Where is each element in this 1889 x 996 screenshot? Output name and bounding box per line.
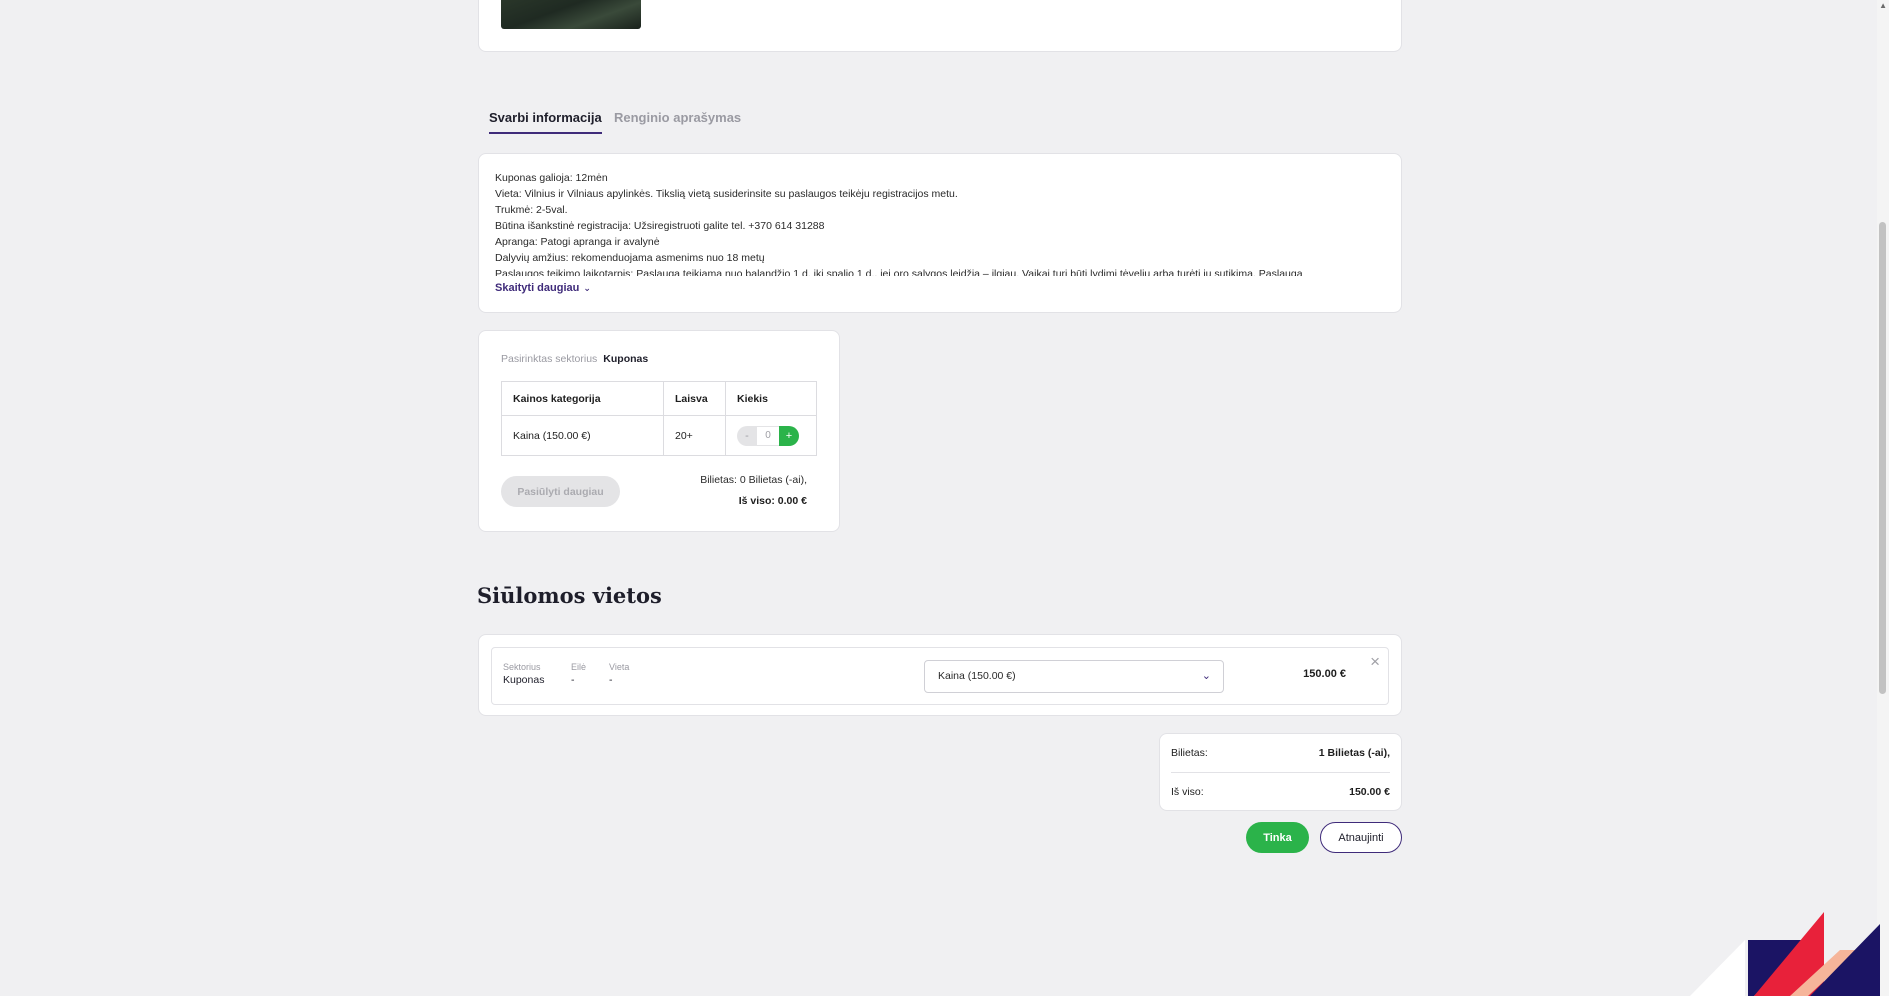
read-more-label: Skaityti daugiau bbox=[495, 282, 580, 294]
header-price-category: Kainos kategorija bbox=[501, 381, 664, 416]
refresh-button[interactable]: Atnaujinti bbox=[1320, 822, 1402, 853]
totals-sum-value: 150.00 € bbox=[1349, 785, 1390, 798]
seat-row-label: Eilė bbox=[571, 662, 587, 672]
event-thumbnail-image[interactable] bbox=[501, 0, 641, 29]
seat-sector-value: Kuponas bbox=[503, 674, 545, 686]
cell-category: Kaina (150.00 €) bbox=[501, 415, 664, 456]
info-line-clothing: Apranga: Patogi apranga ir avalynė bbox=[495, 236, 660, 248]
chevron-down-icon: ⌄ bbox=[583, 283, 591, 293]
header-available: Laisva bbox=[663, 381, 726, 416]
page-scrollbar[interactable]: ▲ bbox=[1877, 0, 1889, 996]
seat-place-field: Vieta - bbox=[609, 662, 629, 686]
info-line-age: Dalyvių amžius: rekomenduojama asmenims … bbox=[495, 252, 765, 264]
price-category-table: Kainos kategorija Laisva Kiekis Kaina (1… bbox=[501, 381, 817, 456]
quantity-field[interactable]: 0 bbox=[757, 425, 779, 446]
scroll-up-arrow-icon[interactable]: ▲ bbox=[1879, 1, 1887, 10]
info-line-duration: Trukmė: 2-5val. bbox=[495, 204, 568, 216]
totals-sum-row: Iš viso: 150.00 € bbox=[1171, 772, 1390, 810]
totals-tickets-row: Bilietas: 1 Bilietas (-ai), bbox=[1171, 734, 1390, 772]
header-quantity: Kiekis bbox=[725, 381, 817, 416]
totals-sum-label: Iš viso: bbox=[1171, 785, 1204, 798]
tab-important-info[interactable]: Svarbi informacija bbox=[489, 110, 602, 134]
order-totals-card: Bilietas: 1 Bilietas (-ai), Iš viso: 150… bbox=[1159, 733, 1402, 811]
seat-place-value: - bbox=[609, 674, 613, 686]
decrease-quantity-button[interactable]: - bbox=[737, 425, 757, 446]
increase-quantity-button[interactable]: + bbox=[779, 425, 799, 446]
selected-sector-label: Pasirinktas sektorius bbox=[501, 353, 598, 365]
seat-price: 150.00 € bbox=[1303, 668, 1346, 680]
important-info-card: Kuponas galioja: 12mėn Vieta: Vilnius ir… bbox=[478, 153, 1402, 313]
info-text: Kuponas galioja: 12mėn Vieta: Vilnius ir… bbox=[495, 170, 1385, 276]
table-header-row: Kainos kategorija Laisva Kiekis bbox=[501, 381, 817, 416]
offered-seats-title: Siūlomos vietos bbox=[477, 583, 662, 608]
seat-sector-label: Sektorius bbox=[503, 662, 541, 672]
tab-event-description[interactable]: Renginio aprašymas bbox=[614, 110, 741, 132]
selected-sector: Pasirinktas sektorius Kuponas bbox=[501, 353, 817, 365]
offer-more-button[interactable]: Pasiūlyti daugiau bbox=[501, 476, 620, 507]
offered-seat-row: Sektorius Kuponas Eilė - Vieta - Kaina (… bbox=[491, 647, 1389, 705]
selection-ticket-count: Bilietas: 0 Bilietas (-ai), bbox=[700, 474, 807, 486]
selected-sector-value: Kuponas bbox=[603, 353, 649, 365]
offered-seats-card: Sektorius Kuponas Eilė - Vieta - Kaina (… bbox=[478, 634, 1402, 716]
info-line-validity: Kuponas galioja: 12mėn bbox=[495, 172, 608, 184]
info-line-location: Vieta: Vilnius ir Vilniaus apylinkės. Ti… bbox=[495, 188, 958, 200]
brand-logo-decoration bbox=[1690, 912, 1880, 996]
cell-quantity: - 0 + bbox=[725, 415, 817, 456]
seat-place-label: Vieta bbox=[609, 662, 630, 672]
table-row: Kaina (150.00 €) 20+ - 0 + bbox=[501, 415, 817, 456]
scrollbar-thumb[interactable] bbox=[1879, 222, 1886, 694]
seat-row-value: - bbox=[571, 674, 575, 686]
info-line-period: Paslaugos teikimo laikotarpis: Paslauga … bbox=[495, 268, 1303, 276]
totals-tickets-label: Bilietas: bbox=[1171, 747, 1208, 759]
read-more-link[interactable]: Skaityti daugiau ⌄ bbox=[495, 282, 591, 294]
cell-available: 20+ bbox=[663, 415, 726, 456]
totals-tickets-value: 1 Bilietas (-ai), bbox=[1318, 747, 1390, 759]
seat-row-field: Eilė - bbox=[571, 662, 586, 686]
seat-sector: Sektorius Kuponas bbox=[503, 662, 544, 686]
event-image-card bbox=[478, 0, 1402, 52]
price-category-select[interactable]: Kaina (150.00 €) ⌄ bbox=[924, 660, 1224, 693]
close-icon[interactable]: × bbox=[1370, 652, 1380, 672]
ticket-selection-card: Pasirinktas sektorius Kuponas Kainos kate… bbox=[478, 330, 840, 532]
price-category-selected: Kaina (150.00 €) bbox=[938, 670, 1016, 682]
info-line-registration: Būtina išankstinė registracija: Užsiregi… bbox=[495, 220, 825, 232]
quantity-stepper: - 0 + bbox=[737, 425, 799, 446]
confirm-button[interactable]: Tinka bbox=[1246, 822, 1309, 853]
selection-total: Iš viso: 0.00 € bbox=[738, 495, 807, 507]
chevron-down-icon: ⌄ bbox=[1201, 670, 1211, 682]
